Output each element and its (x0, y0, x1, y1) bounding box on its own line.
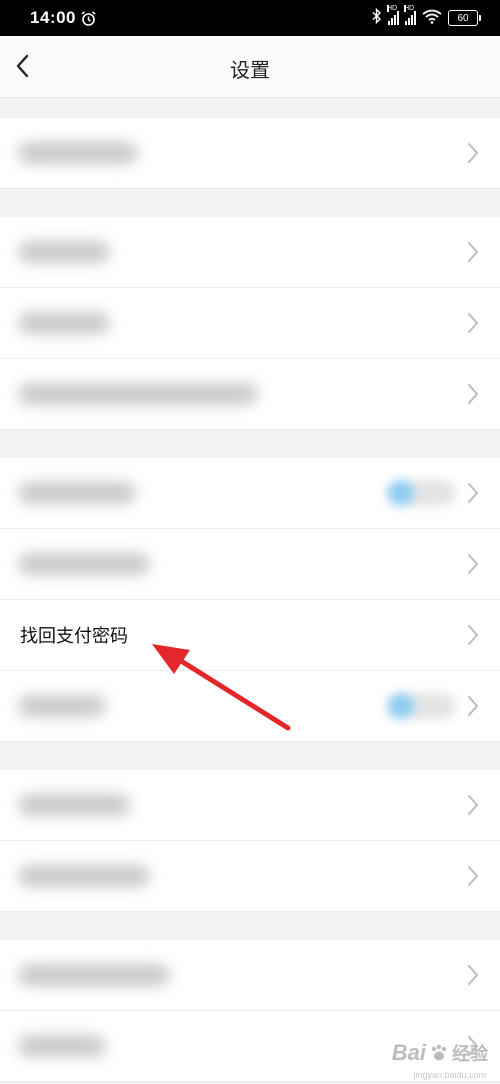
hd-label: HD (387, 5, 398, 12)
alarm-icon (80, 10, 97, 31)
section-divider (0, 98, 500, 118)
blurred-label (18, 312, 110, 334)
paw-icon (431, 1044, 447, 1061)
chevron-right-icon (468, 384, 479, 404)
settings-row-3[interactable] (0, 288, 500, 359)
settings-row-5[interactable] (0, 458, 500, 529)
blurred-toggle[interactable] (386, 693, 456, 719)
section-divider (0, 189, 500, 217)
status-bar: 14:00 HD HD 60 (0, 0, 500, 36)
watermark: Bai 经验 (392, 1040, 488, 1066)
settings-row-2[interactable] (0, 217, 500, 288)
wifi-icon (422, 9, 442, 28)
status-icons: HD HD 60 (371, 5, 481, 28)
watermark-text-2: 经验 (452, 1044, 488, 1064)
watermark-url: jingyan.baidu.com (413, 1070, 486, 1080)
settings-row-1[interactable] (0, 118, 500, 189)
chevron-right-icon (468, 143, 479, 163)
blurred-label (18, 1035, 106, 1057)
chevron-right-icon (468, 313, 479, 333)
bluetooth-icon (371, 7, 382, 28)
row-label: 找回支付密码 (20, 626, 128, 647)
section-divider (0, 430, 500, 458)
battery-icon: 60 (448, 10, 481, 26)
red-arrow-annotation (152, 644, 291, 731)
blurred-label (18, 695, 106, 717)
section-divider (0, 742, 500, 770)
hd-label: HD (404, 5, 415, 12)
settings-row-6[interactable] (0, 529, 500, 600)
blurred-label (18, 142, 138, 164)
blurred-label (18, 964, 170, 986)
chevron-right-icon (468, 795, 479, 815)
chevron-right-icon (468, 483, 479, 503)
chevron-right-icon (468, 625, 479, 645)
signal-icon: HD (404, 5, 416, 25)
section-divider (0, 912, 500, 940)
chevron-right-icon (468, 866, 479, 886)
watermark-text: Bai (391, 1040, 426, 1065)
blurred-label (18, 383, 258, 405)
chevron-right-icon (468, 242, 479, 262)
blurred-label (18, 794, 130, 816)
blurred-label (18, 482, 136, 504)
chevron-right-icon (468, 554, 479, 574)
blurred-label (18, 241, 110, 263)
settings-row-4[interactable] (0, 359, 500, 430)
settings-row-9[interactable] (0, 770, 500, 841)
settings-list: 找回支付密码 (0, 98, 500, 1082)
blurred-toggle[interactable] (386, 480, 456, 506)
nav-bar: 设置 (0, 36, 500, 98)
settings-row-11[interactable] (0, 940, 500, 1011)
status-time: 14:00 (30, 8, 76, 27)
settings-row-10[interactable] (0, 841, 500, 912)
page-title: 设置 (230, 58, 270, 82)
chevron-right-icon (468, 696, 479, 716)
chevron-right-icon (468, 965, 479, 985)
signal-icon: HD (387, 5, 399, 25)
blurred-label (18, 553, 150, 575)
blurred-label (18, 865, 150, 887)
